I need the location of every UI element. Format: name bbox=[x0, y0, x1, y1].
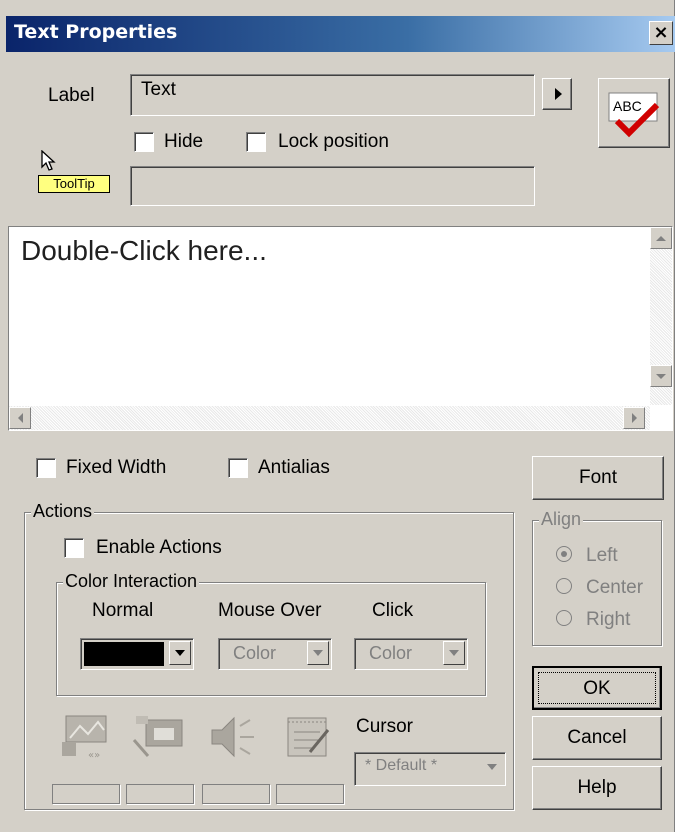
svg-text:«»: «» bbox=[88, 750, 100, 761]
arrow-left-icon bbox=[18, 413, 23, 423]
antialias-checkbox[interactable] bbox=[228, 458, 248, 478]
enable-actions-checkbox[interactable] bbox=[64, 538, 84, 558]
title-bar[interactable]: Text Properties × bbox=[6, 16, 675, 52]
chevron-down-icon[interactable] bbox=[443, 641, 465, 665]
action-slot-2[interactable] bbox=[126, 784, 194, 804]
hide-label: Hide bbox=[164, 131, 204, 152]
cursor-arrow-icon bbox=[41, 150, 56, 171]
normal-label: Normal bbox=[92, 600, 154, 621]
text-editor[interactable]: Double-Click here... bbox=[8, 226, 673, 431]
arrow-right-small-icon bbox=[632, 413, 637, 423]
action-slot-1[interactable] bbox=[52, 784, 120, 804]
align-center-label: Center bbox=[586, 577, 644, 598]
speaker-icon[interactable] bbox=[206, 712, 262, 762]
normal-color-picker[interactable] bbox=[80, 638, 194, 670]
help-button[interactable]: Help bbox=[532, 766, 662, 810]
label-input[interactable]: Text bbox=[130, 74, 535, 116]
arrow-right-icon bbox=[555, 88, 562, 100]
spell-check-icon: ABC bbox=[608, 92, 660, 138]
color-interaction-label: Color Interaction bbox=[63, 571, 200, 592]
ok-label: OK bbox=[538, 672, 656, 704]
hide-checkbox[interactable] bbox=[134, 132, 154, 152]
cursor-select[interactable]: * Default * bbox=[354, 752, 506, 786]
click-label: Click bbox=[372, 600, 414, 621]
normal-color-swatch bbox=[84, 642, 164, 666]
vertical-scrollbar[interactable] bbox=[650, 227, 672, 405]
actions-group-label: Actions bbox=[31, 501, 95, 522]
arrow-up-icon bbox=[656, 236, 666, 241]
action-slot-3[interactable] bbox=[202, 784, 270, 804]
align-left-label: Left bbox=[586, 545, 618, 566]
scroll-up-button[interactable] bbox=[650, 227, 672, 249]
click-color-picker[interactable]: Color bbox=[354, 638, 468, 670]
scroll-left-button[interactable] bbox=[9, 407, 31, 429]
cancel-button[interactable]: Cancel bbox=[532, 716, 662, 760]
chevron-down-icon[interactable] bbox=[307, 641, 329, 665]
cursor-value: * Default * bbox=[365, 757, 438, 774]
align-group-label: Align bbox=[539, 509, 584, 530]
align-left-radio[interactable] bbox=[556, 546, 572, 562]
ok-button[interactable]: OK bbox=[532, 666, 662, 710]
fixed-width-label: Fixed Width bbox=[66, 457, 167, 478]
window-title: Text Properties bbox=[14, 21, 178, 43]
cursor-label: Cursor bbox=[356, 716, 414, 737]
align-center-radio[interactable] bbox=[556, 578, 572, 594]
spell-check-button[interactable]: ABC bbox=[598, 78, 670, 148]
align-right-radio[interactable] bbox=[556, 610, 572, 626]
label-caption: Label bbox=[48, 85, 95, 106]
arrow-down-icon bbox=[656, 374, 666, 379]
image-link-icon[interactable]: «» bbox=[60, 712, 116, 762]
chevron-down-icon[interactable] bbox=[169, 641, 191, 665]
chevron-down-icon[interactable] bbox=[481, 755, 503, 779]
antialias-label: Antialias bbox=[258, 457, 330, 478]
click-color-value: Color bbox=[369, 643, 413, 663]
horizontal-scrollbar[interactable] bbox=[9, 406, 650, 430]
lock-position-label: Lock position bbox=[278, 131, 389, 152]
tooltip-input[interactable] bbox=[130, 166, 535, 206]
font-button[interactable]: Font bbox=[532, 456, 664, 500]
scroll-down-button[interactable] bbox=[650, 365, 672, 387]
mouse-over-label: Mouse Over bbox=[218, 600, 322, 621]
close-button[interactable]: × bbox=[649, 21, 673, 45]
label-value: Text bbox=[141, 79, 176, 100]
note-icon[interactable] bbox=[280, 712, 336, 762]
text-properties-dialog: Text Properties × Label Text ABC Hide Lo… bbox=[0, 0, 675, 832]
action-slot-4[interactable] bbox=[276, 784, 344, 804]
align-right-label: Right bbox=[586, 609, 631, 630]
lock-position-checkbox[interactable] bbox=[246, 132, 266, 152]
label-menu-button[interactable] bbox=[542, 78, 572, 110]
enable-actions-label: Enable Actions bbox=[96, 537, 222, 558]
scroll-right-button[interactable] bbox=[623, 407, 645, 429]
fixed-width-checkbox[interactable] bbox=[36, 458, 56, 478]
tooltip-badge: ToolTip bbox=[38, 175, 110, 193]
camera-icon[interactable] bbox=[130, 712, 186, 762]
editor-placeholder: Double-Click here... bbox=[21, 235, 267, 266]
spell-check-abc: ABC bbox=[613, 98, 642, 114]
mouse-over-color-value: Color bbox=[233, 643, 277, 663]
mouse-over-color-picker[interactable]: Color bbox=[218, 638, 332, 670]
